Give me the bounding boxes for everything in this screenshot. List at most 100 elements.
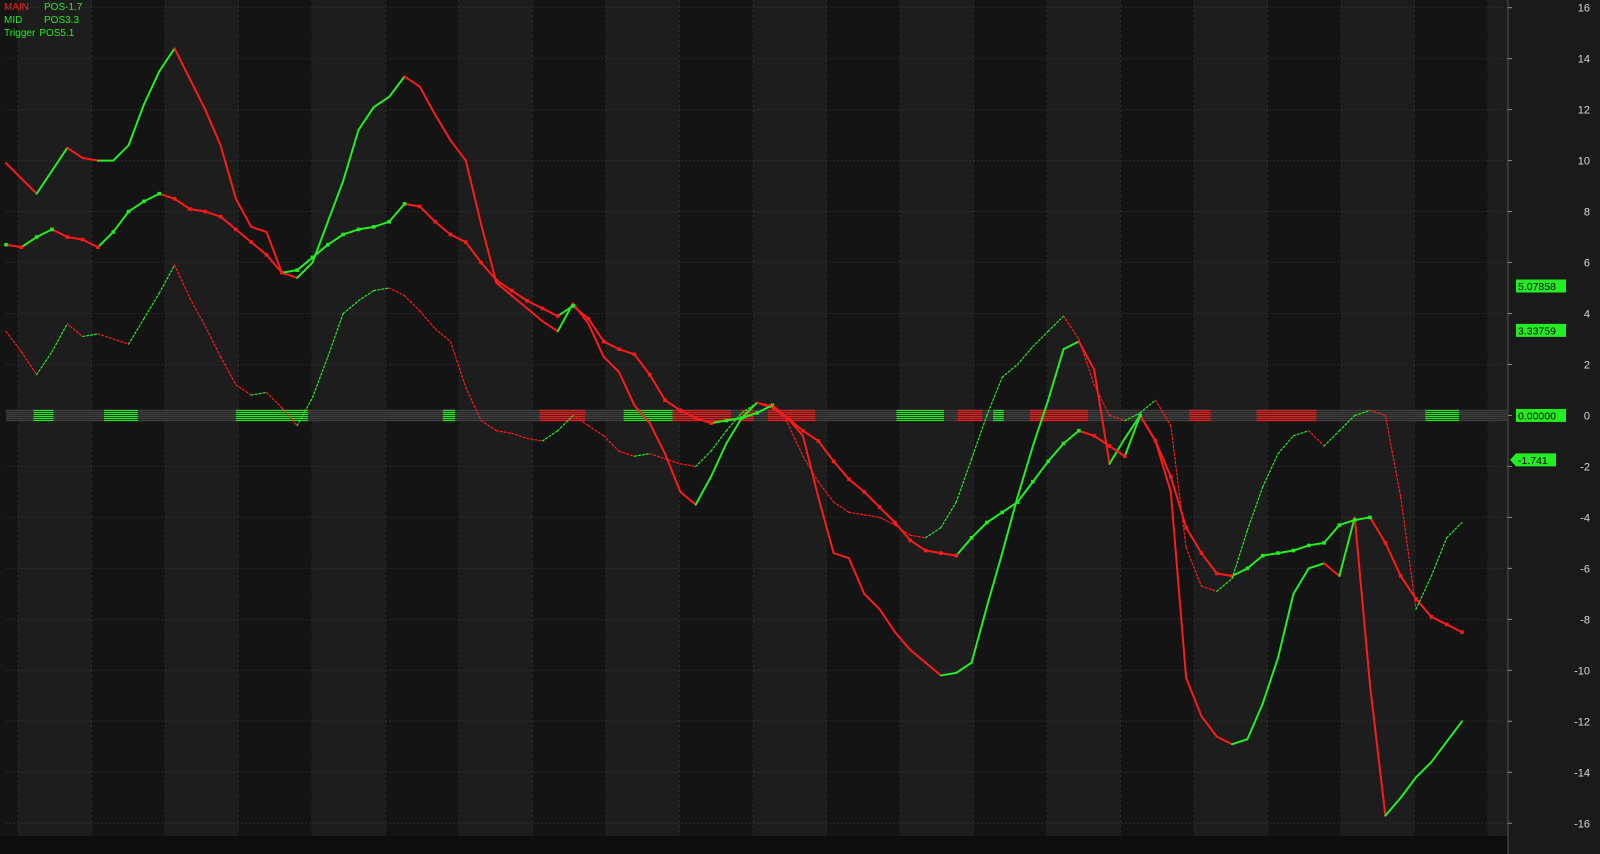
series-point bbox=[908, 538, 913, 543]
series-point bbox=[19, 245, 24, 250]
series-point bbox=[571, 304, 575, 308]
bottom-strip bbox=[0, 836, 1508, 854]
series-point bbox=[678, 408, 683, 413]
series-point bbox=[341, 232, 345, 237]
y-tick-label: 10 bbox=[1578, 156, 1590, 168]
series-point bbox=[1291, 548, 1296, 553]
y-tick-label: 14 bbox=[1578, 54, 1590, 66]
legend-trigger: Trigger POS5.1 bbox=[4, 27, 82, 40]
series-point bbox=[234, 227, 238, 232]
y-tick-label: -12 bbox=[1574, 716, 1590, 728]
series-point bbox=[647, 372, 652, 377]
series-point bbox=[1061, 441, 1066, 446]
series-point bbox=[50, 227, 54, 232]
series-point bbox=[249, 240, 254, 244]
y-tick-label: -16 bbox=[1574, 818, 1590, 830]
oscillator-chart[interactable]: 16 14 12 10 8 6 4 2 0 -2 -4 -6 -8 -10 -12 -14 -16 5.0785… bbox=[0, 0, 1600, 854]
series-point bbox=[326, 242, 330, 247]
legend-trigger-name: Trigger bbox=[4, 28, 36, 39]
series-point bbox=[1046, 459, 1051, 464]
series-point bbox=[877, 505, 882, 510]
series-point bbox=[387, 219, 391, 224]
legend-main-name: MAIN bbox=[4, 2, 29, 13]
series-point bbox=[448, 232, 453, 237]
series-point bbox=[34, 235, 39, 239]
legend: MAIN POS-1.7 MID POS3.3 Trigger POS5.1 bbox=[4, 1, 82, 40]
series-point bbox=[923, 548, 928, 553]
y-tick-label: -10 bbox=[1574, 665, 1590, 677]
series-point bbox=[1444, 622, 1449, 627]
y-tick-label: 6 bbox=[1584, 258, 1590, 270]
series-point bbox=[142, 199, 146, 204]
series-point bbox=[663, 398, 667, 402]
y-tick-label: -2 bbox=[1580, 461, 1590, 473]
series-point bbox=[1429, 615, 1434, 619]
price-tag: 0.00000 bbox=[1516, 408, 1566, 422]
series-point bbox=[356, 227, 361, 232]
series-point bbox=[586, 316, 591, 321]
series-point bbox=[372, 225, 376, 229]
series-point bbox=[709, 421, 713, 425]
y-tick-label: -6 bbox=[1580, 563, 1590, 575]
series-point bbox=[65, 235, 70, 239]
series-point bbox=[1199, 551, 1204, 555]
series-point bbox=[525, 298, 529, 303]
series-point bbox=[1138, 413, 1142, 418]
legend-main-value: POS-1.7 bbox=[44, 2, 83, 13]
series-point bbox=[264, 253, 269, 257]
price-tag-text: 0.00000 bbox=[1518, 410, 1556, 422]
series-point bbox=[893, 520, 897, 525]
y-tick-label: 8 bbox=[1584, 207, 1590, 219]
legend-mid-value: POS3.3 bbox=[44, 15, 80, 26]
series-point bbox=[985, 520, 989, 525]
series-point bbox=[188, 207, 192, 211]
series-point bbox=[954, 553, 959, 558]
series-point bbox=[632, 352, 637, 357]
legend-mid: MID POS3.3 bbox=[4, 14, 82, 27]
series-point bbox=[157, 191, 162, 196]
y-tick-label: 2 bbox=[1584, 359, 1590, 371]
series-point bbox=[1123, 454, 1127, 459]
price-tag: 5.07858 bbox=[1516, 279, 1566, 293]
series-point bbox=[1000, 510, 1005, 515]
series-point bbox=[816, 439, 821, 443]
series-point bbox=[80, 237, 85, 242]
y-tick-label: -8 bbox=[1580, 614, 1590, 626]
legend-mid-name: MID bbox=[4, 15, 23, 26]
series-point bbox=[1015, 500, 1020, 504]
series-point bbox=[1184, 525, 1188, 530]
series-point bbox=[1352, 518, 1357, 522]
series-point bbox=[418, 204, 422, 209]
price-tag-text: 3.33759 bbox=[1518, 325, 1556, 337]
series-point bbox=[1107, 444, 1112, 448]
series-point bbox=[724, 418, 729, 423]
series-point bbox=[402, 202, 407, 206]
series-point bbox=[601, 339, 606, 344]
series-point bbox=[1031, 479, 1035, 484]
series-point bbox=[1077, 428, 1081, 433]
series-point bbox=[4, 242, 8, 247]
series-point bbox=[847, 477, 851, 481]
series-point bbox=[295, 268, 300, 272]
series-point bbox=[1460, 630, 1464, 634]
y-tick-label: -4 bbox=[1580, 512, 1590, 524]
series-point bbox=[555, 314, 560, 318]
series-point bbox=[831, 459, 836, 464]
y-tick-label: 4 bbox=[1584, 309, 1590, 321]
series-point bbox=[862, 490, 867, 494]
legend-trigger-value: POS5.1 bbox=[39, 28, 75, 39]
series-point bbox=[1245, 566, 1250, 571]
series-point bbox=[739, 416, 744, 420]
series-point bbox=[1260, 553, 1265, 558]
series-point bbox=[755, 411, 759, 415]
series-point bbox=[1322, 541, 1326, 545]
series-point bbox=[172, 197, 177, 201]
series-point bbox=[1383, 541, 1388, 545]
series-point bbox=[1368, 515, 1372, 520]
series-point bbox=[310, 255, 315, 260]
legend-main: MAIN POS-1.7 bbox=[4, 1, 82, 14]
price-tag: -1.741 bbox=[1510, 453, 1556, 467]
series-point bbox=[939, 551, 943, 555]
series-point bbox=[479, 260, 483, 265]
series-point bbox=[1398, 574, 1403, 578]
